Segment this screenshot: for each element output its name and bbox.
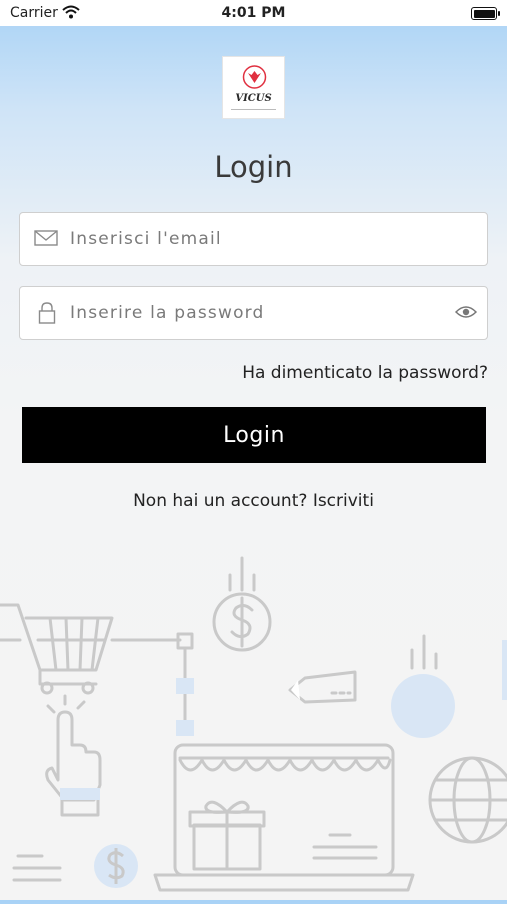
signup-prompt: Non hai un account? Iscriviti (0, 491, 507, 511)
email-field[interactable]: Inserisci l'email (19, 212, 488, 266)
signup-question: Non hai un account? (133, 491, 313, 511)
password-field[interactable]: Inserire la password (19, 286, 488, 340)
login-button[interactable]: Login (22, 407, 486, 463)
brand-name: VICUS (235, 93, 272, 104)
status-bar: Carrier 4:01 PM (0, 0, 507, 26)
brand-logo: VICUS (222, 56, 285, 119)
eye-icon[interactable] (454, 304, 478, 324)
mail-icon (34, 228, 58, 252)
signup-link[interactable]: Iscriviti (313, 491, 374, 511)
lock-icon (38, 301, 56, 329)
shopping-illustration (0, 540, 507, 900)
email-placeholder: Inserisci l'email (70, 229, 222, 249)
battery-icon (471, 7, 500, 20)
forgot-password-link[interactable]: Ha dimenticato la password? (242, 363, 488, 383)
page-title: Login (214, 150, 293, 184)
password-placeholder: Inserire la password (70, 303, 265, 323)
clock: 4:01 PM (221, 5, 286, 21)
